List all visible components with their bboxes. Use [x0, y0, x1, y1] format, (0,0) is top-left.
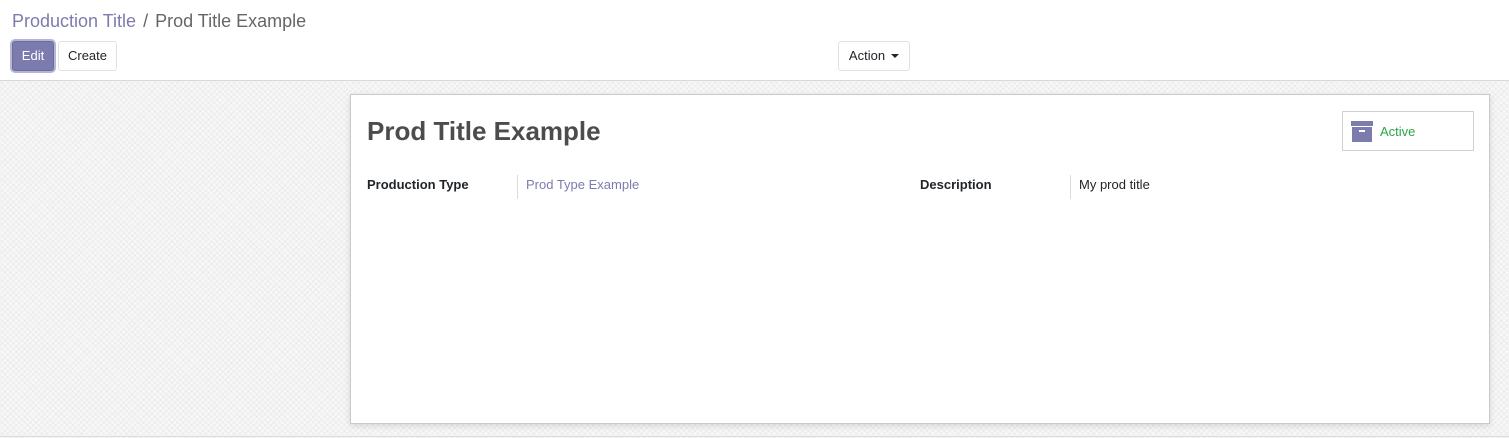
description-value: My prod title	[1070, 175, 1150, 199]
status-label: Active	[1380, 124, 1416, 139]
caret-down-icon	[891, 54, 900, 58]
edit-button[interactable]: Edit	[12, 41, 54, 71]
action-button-label: Action	[848, 48, 886, 63]
divider	[0, 436, 1509, 437]
production-type-link[interactable]: Prod Type Example	[517, 175, 639, 199]
create-button[interactable]: Create	[58, 41, 117, 71]
breadcrumb-parent-link[interactable]: Production Title	[12, 11, 136, 31]
form-sheet: Prod Title Example Active Production Typ…	[350, 94, 1490, 424]
control-panel: Production Title / Prod Title Example Edit…	[0, 0, 1509, 81]
breadcrumb-current: Prod Title Example	[155, 11, 307, 31]
description-label: Description	[920, 177, 992, 192]
breadcrumb: Production Title / Prod Title Example	[12, 9, 306, 33]
archive-icon	[1351, 121, 1373, 142]
active-toggle-button[interactable]: Active	[1342, 111, 1474, 151]
breadcrumb-separator: /	[143, 11, 149, 31]
action-dropdown-button[interactable]: Action	[838, 41, 910, 71]
production-type-label: Production Type	[367, 177, 469, 192]
record-title: Prod Title Example	[367, 116, 601, 146]
